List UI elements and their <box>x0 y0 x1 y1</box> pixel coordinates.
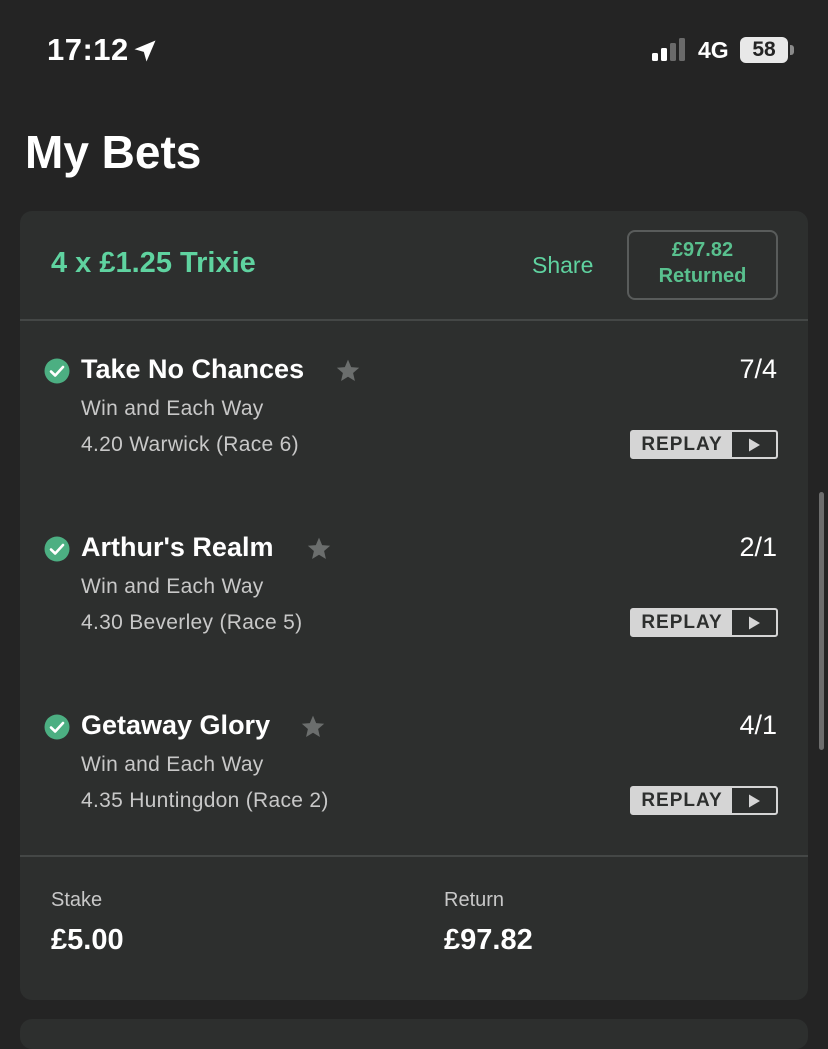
status-time: 17:12 <box>47 32 129 67</box>
return-value: £97.82 <box>444 924 533 956</box>
replay-label: REPLAY <box>632 788 732 813</box>
star-icon[interactable] <box>335 358 361 384</box>
battery-level: 58 <box>752 38 776 61</box>
market-type: Win and Each Way <box>81 397 264 420</box>
market-type: Win and Each Way <box>81 753 264 776</box>
stake-value: £5.00 <box>51 924 124 956</box>
returned-amount: £97.82 <box>671 239 734 261</box>
location-arrow-icon <box>134 40 156 62</box>
cell-signal-icon <box>652 38 685 61</box>
returned-label: Returned <box>658 265 747 287</box>
page-title: My Bets <box>25 126 202 178</box>
selection-item: Getaway Glory 4/1 Win and Each Way 4.35 … <box>20 677 808 837</box>
horse-name: Getaway Glory <box>81 710 271 740</box>
star-icon[interactable] <box>300 714 326 740</box>
bet-summary: Stake £5.00 Return £97.82 <box>20 855 808 1000</box>
odds: 7/4 <box>739 354 777 384</box>
battery-indicator: 58 <box>740 37 788 63</box>
scrollbar[interactable] <box>819 492 824 750</box>
play-icon <box>732 610 776 635</box>
replay-button[interactable]: REPLAY <box>630 786 778 815</box>
bet-card: 4 x £1.25 Trixie Share £97.82 Returned T… <box>20 211 808 1000</box>
race-info: 4.20 Warwick (Race 6) <box>81 433 299 456</box>
network-type: 4G <box>698 37 729 63</box>
status-bar: 17:12 4G 58 <box>0 0 828 100</box>
replay-label: REPLAY <box>632 432 732 457</box>
share-button[interactable]: Share <box>532 252 593 279</box>
return-label: Return <box>444 889 505 911</box>
market-type: Win and Each Way <box>81 575 264 598</box>
check-circle-icon <box>44 714 70 740</box>
race-info: 4.35 Huntingdon (Race 2) <box>81 789 329 812</box>
star-icon[interactable] <box>306 536 332 562</box>
check-circle-icon <box>44 536 70 562</box>
race-info: 4.30 Beverley (Race 5) <box>81 611 303 634</box>
selection-item: Arthur's Realm 2/1 Win and Each Way 4.30… <box>20 499 808 659</box>
bet-title: 4 x £1.25 Trixie <box>51 247 256 279</box>
check-circle-icon <box>44 358 70 384</box>
bet-card-header: 4 x £1.25 Trixie Share £97.82 Returned <box>20 211 808 321</box>
returned-badge: £97.82 Returned <box>627 230 778 300</box>
play-icon <box>732 788 776 813</box>
selection-item: Take No Chances 7/4 Win and Each Way 4.2… <box>20 321 808 481</box>
odds: 2/1 <box>739 532 777 562</box>
odds: 4/1 <box>739 710 777 740</box>
play-icon <box>732 432 776 457</box>
replay-button[interactable]: REPLAY <box>630 430 778 459</box>
replay-label: REPLAY <box>632 610 732 635</box>
battery-tip <box>790 45 794 55</box>
next-bet-card[interactable] <box>20 1019 808 1049</box>
replay-button[interactable]: REPLAY <box>630 608 778 637</box>
horse-name: Arthur's Realm <box>81 532 274 562</box>
horse-name: Take No Chances <box>81 354 305 384</box>
stake-label: Stake <box>51 889 103 911</box>
